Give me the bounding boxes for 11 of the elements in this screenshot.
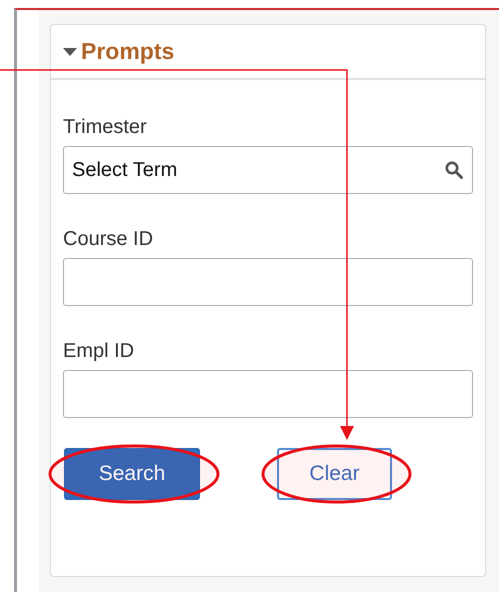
panel-title: Prompts bbox=[81, 37, 174, 66]
field-label: Course ID bbox=[63, 227, 154, 252]
search-icon[interactable] bbox=[445, 161, 463, 179]
search-button[interactable]: Search bbox=[64, 448, 200, 500]
field-label: Trimester bbox=[63, 115, 147, 140]
input-field[interactable] bbox=[63, 258, 473, 306]
lookup-field[interactable]: Select Term bbox=[63, 146, 473, 194]
field-label: Empl ID bbox=[63, 339, 134, 364]
clear-button[interactable]: Clear bbox=[277, 448, 392, 500]
panel-header[interactable]: Prompts bbox=[51, 25, 485, 80]
input-field[interactable] bbox=[63, 370, 473, 418]
